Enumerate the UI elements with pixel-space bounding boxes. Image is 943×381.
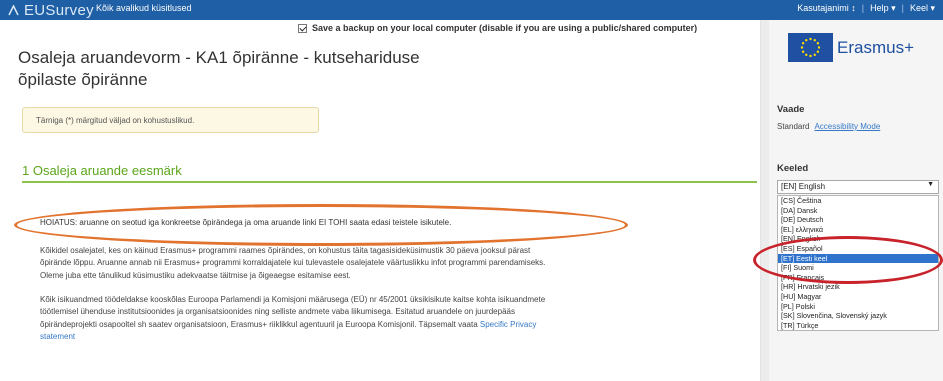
language-option[interactable]: [EL] ελληνικά <box>778 225 938 235</box>
page-title: Osaleja aruandevorm - KA1 õpiränne - kut… <box>18 47 478 91</box>
eusurvey-logo-icon <box>8 4 19 15</box>
user-menu: Kasutajanimi ↕ | Help ▾ | Keel ▾ <box>797 3 935 14</box>
language-highlight-annotation <box>753 236 943 284</box>
backup-checkbox[interactable] <box>298 23 307 33</box>
privacy-paragraph: Kõik isikuandmed töödeldakse kooskõlas E… <box>40 294 740 344</box>
intro-paragraph: Kõikidel osalejatel, kes on käinud Erasm… <box>40 245 740 282</box>
paragraph-line: Kõikidel osalejatel, kes on käinud Erasm… <box>40 246 531 255</box>
paragraph-line: Oleme juba ette tänulikud küsimustiku ad… <box>40 270 351 280</box>
paragraph-line: õpirände lõppu. Aruanne annab nii Erasmu… <box>40 258 546 268</box>
language-option[interactable]: [HU] Magyar <box>778 292 938 302</box>
erasmus-logo: Erasmus+ <box>788 33 914 62</box>
menu-separator: | <box>861 3 865 13</box>
username-menu[interactable]: Kasutajanimi ↕ <box>797 3 856 14</box>
language-option[interactable]: [TR] Türkçe <box>778 321 938 331</box>
section-title: 1 Osaleja aruande eesmärk <box>22 163 182 178</box>
paragraph-line: õpirändeprojekti osapooltel sh saatev or… <box>40 319 740 331</box>
required-fields-note: Tärniga (*) märgitud väljad on kohustusl… <box>22 107 319 133</box>
languages-heading: Keeled <box>777 163 809 174</box>
sidebar: Erasmus+ Vaade Standard Accessibility Mo… <box>760 20 943 381</box>
view-heading: Vaade <box>777 104 805 115</box>
language-option[interactable]: [PL] Polski <box>778 302 938 312</box>
backup-option[interactable]: Save a backup on your local computer (di… <box>298 23 697 33</box>
page-title-line: õpilaste õpiränne <box>18 70 148 89</box>
backup-checkbox-label: Save a backup on your local computer (di… <box>312 23 698 33</box>
top-navigation-bar: EUSurvey Kõik avalikud küsitlused Kasuta… <box>0 0 943 20</box>
language-option[interactable]: [DA] Dansk <box>778 206 938 216</box>
view-standard-option[interactable]: Standard <box>777 122 809 131</box>
language-select[interactable]: [EN] English ▼ <box>777 180 939 194</box>
eusurvey-logo[interactable]: EUSurvey <box>8 1 94 19</box>
privacy-statement-link[interactable]: Specific Privacy <box>480 320 536 329</box>
view-options: Standard Accessibility Mode <box>777 122 880 131</box>
language-select-value: [EN] English <box>781 182 826 191</box>
page-title-line: Osaleja aruandevorm - KA1 õpiränne - kut… <box>18 48 420 67</box>
paragraph-line: Kõik isikuandmed töödeldakse kooskõlas E… <box>40 295 546 304</box>
paragraph-line: statement <box>40 331 740 343</box>
privacy-statement-link-continued[interactable]: statement <box>40 332 75 341</box>
erasmus-brand-text: Erasmus+ <box>837 37 914 57</box>
paragraph-line-text: õpirändeprojekti osapooltel sh saatev or… <box>40 319 478 329</box>
language-menu[interactable]: Keel ▾ <box>910 3 935 14</box>
language-option[interactable]: [CS] Čeština <box>778 196 938 206</box>
help-menu[interactable]: Help ▾ <box>870 3 896 14</box>
language-option[interactable]: [SK] Slovenčina, Slovenský jazyk <box>778 311 938 321</box>
sidebar-edge <box>761 20 769 381</box>
public-surveys-link[interactable]: Kõik avalikud küsitlused <box>96 3 192 13</box>
logo-text: EUSurvey <box>24 1 94 19</box>
language-option[interactable]: [DE] Deutsch <box>778 215 938 225</box>
paragraph-line: töötlemisel ühenduse institutsioonides j… <box>40 307 515 317</box>
chevron-down-icon: ▼ <box>927 181 934 188</box>
menu-separator: | <box>901 3 904 13</box>
eu-flag-icon <box>788 33 833 62</box>
warning-highlight-annotation <box>14 204 628 246</box>
section-divider <box>22 181 757 183</box>
accessibility-mode-link[interactable]: Accessibility Mode <box>814 122 880 131</box>
